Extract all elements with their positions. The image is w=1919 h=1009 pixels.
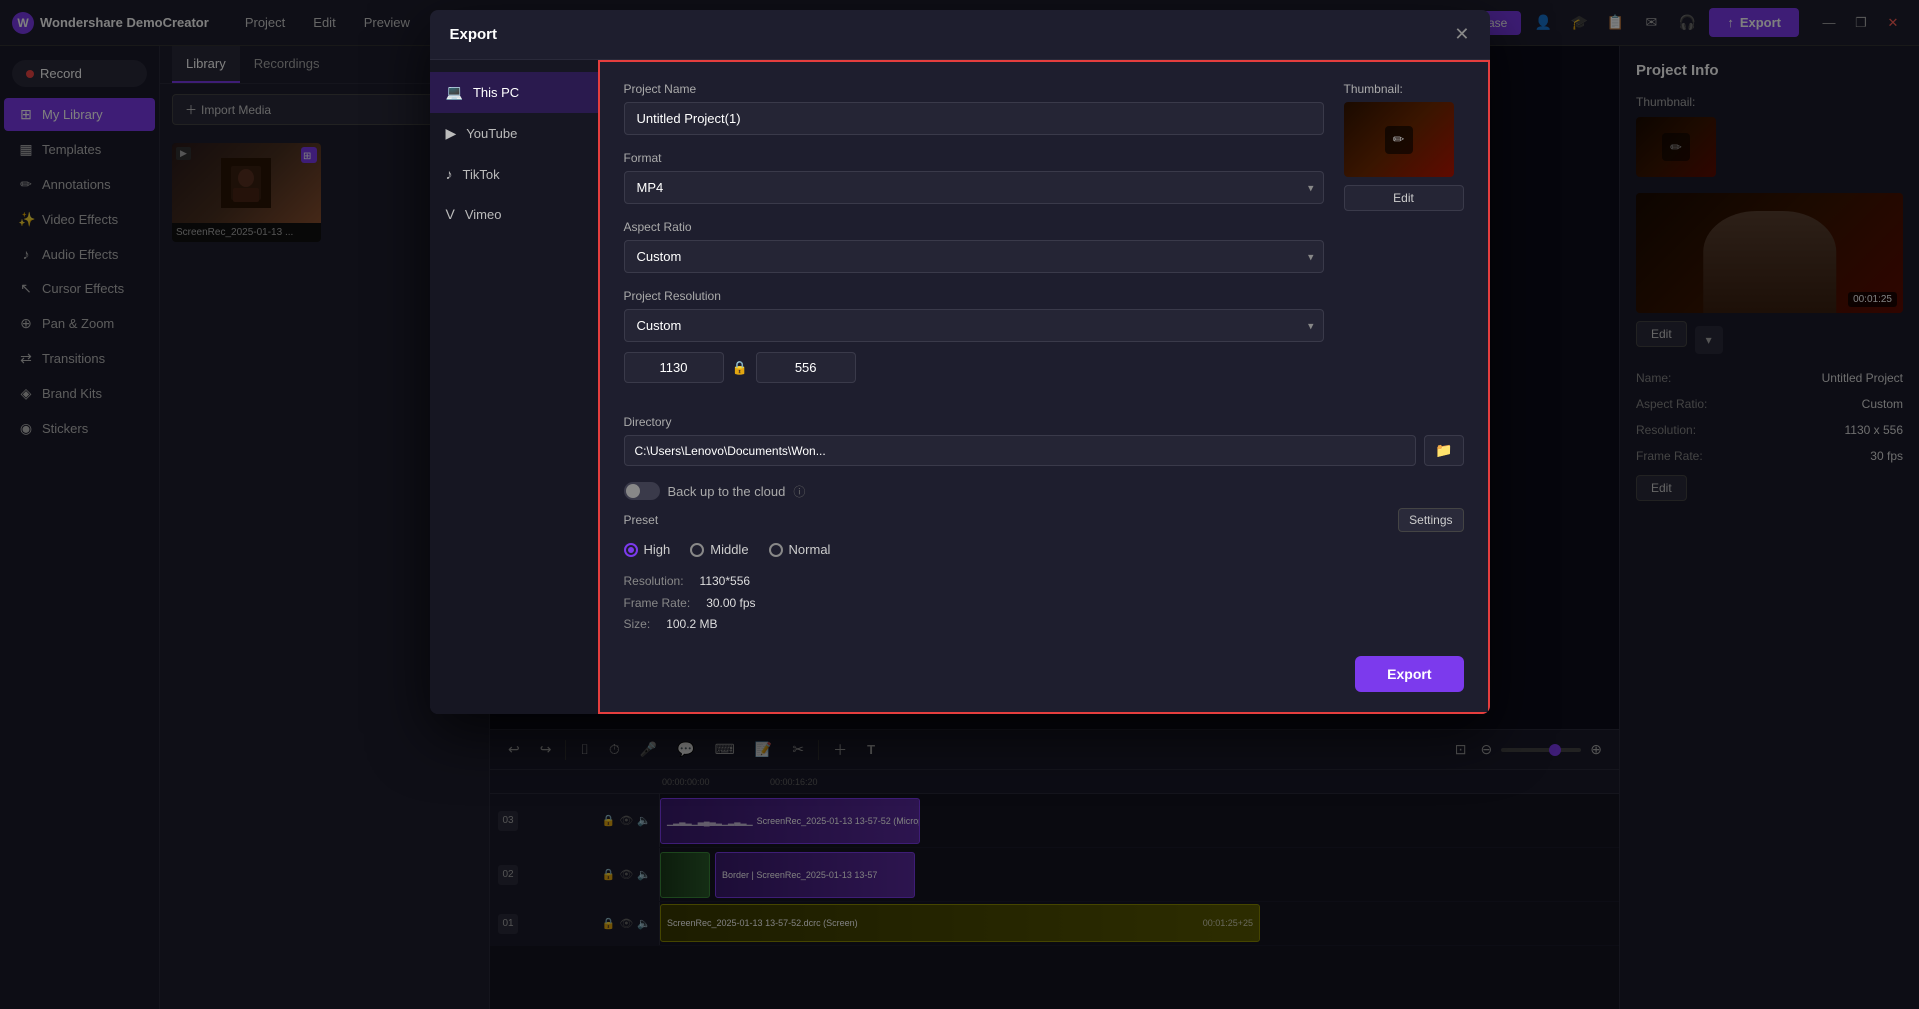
youtube-label: YouTube (466, 126, 517, 141)
youtube-icon: ▶ (446, 125, 457, 142)
format-select-wrap: MP4 MOV AVI ▾ (624, 171, 1324, 204)
radio-dot-high (628, 547, 634, 553)
modal-body: 💻 This PC ▶ YouTube ♪ TikTok V Vimeo (430, 60, 1490, 714)
preset-option-middle[interactable]: Middle (690, 542, 748, 557)
modal-overlay: Export ✕ 💻 This PC ▶ YouTube ♪ TikTok (0, 0, 1919, 1009)
this-pc-label: This PC (473, 85, 519, 100)
cloud-backup-label: Back up to the cloud (668, 484, 786, 499)
directory-row: Directory 📁 (624, 415, 1464, 466)
project-name-row: Project Name (624, 82, 1324, 135)
preset-option-high[interactable]: High (624, 542, 671, 557)
preset-options: High Middle Normal (624, 542, 1464, 557)
resolution-select[interactable]: Custom 1920x1080 1280x720 (624, 309, 1324, 342)
form-left-col: Project Name Format MP4 MOV AVI (624, 82, 1324, 399)
resolution-select-wrap: Custom 1920x1080 1280x720 ▾ (624, 309, 1324, 342)
preset-option-normal[interactable]: Normal (769, 542, 831, 557)
preset-label: Preset (624, 513, 659, 527)
vimeo-label: Vimeo (465, 207, 502, 222)
form-top-row: Project Name Format MP4 MOV AVI (624, 82, 1464, 399)
preset-info-resolution: Resolution: 1130*556 (624, 571, 1464, 593)
cloud-info-icon[interactable]: ⓘ (793, 483, 805, 500)
preset-resolution-val: 1130*556 (700, 571, 751, 593)
this-pc-icon: 💻 (446, 84, 463, 101)
directory-input-row: 📁 (624, 435, 1464, 466)
preset-framerate-key: Frame Rate: (624, 593, 691, 615)
project-name-label: Project Name (624, 82, 1324, 96)
cloud-backup-row: Back up to the cloud ⓘ (624, 482, 1464, 500)
vimeo-icon: V (446, 206, 455, 222)
thumbnail-col: Thumbnail: ✏ Edit (1344, 82, 1464, 399)
preset-settings-button[interactable]: Settings (1398, 508, 1463, 532)
project-name-input[interactable] (624, 102, 1324, 135)
thumbnail-edit-icon: ✏ (1385, 126, 1413, 154)
tiktok-label: TikTok (463, 167, 500, 182)
modal-title: Export (450, 26, 498, 43)
preset-size-val: 100.2 MB (666, 614, 717, 636)
toggle-thumb (626, 484, 640, 498)
export-left-nav: 💻 This PC ▶ YouTube ♪ TikTok V Vimeo (430, 60, 600, 714)
tiktok-icon: ♪ (446, 166, 453, 182)
thumbnail-label: Thumbnail: (1344, 82, 1464, 96)
directory-label: Directory (624, 415, 1464, 429)
preset-middle-label: Middle (710, 542, 748, 557)
thumbnail-box: ✏ (1344, 102, 1454, 177)
export-nav-vimeo[interactable]: V Vimeo (430, 194, 598, 234)
preset-header: Preset Settings (624, 508, 1464, 532)
browse-button[interactable]: 📁 (1424, 435, 1463, 466)
export-modal: Export ✕ 💻 This PC ▶ YouTube ♪ TikTok (430, 10, 1490, 714)
directory-input[interactable] (624, 435, 1417, 466)
thumbnail-edit-button[interactable]: Edit (1344, 185, 1464, 211)
export-nav-tiktok[interactable]: ♪ TikTok (430, 154, 598, 194)
form-footer: Export (624, 656, 1464, 692)
preset-high-label: High (644, 542, 671, 557)
aspect-ratio-label: Aspect Ratio (624, 220, 1324, 234)
project-resolution-label: Project Resolution (624, 289, 1324, 303)
format-row: Format MP4 MOV AVI ▾ (624, 151, 1324, 204)
aspect-ratio-select[interactable]: Custom 16:9 4:3 (624, 240, 1324, 273)
radio-high (624, 543, 638, 557)
preset-info: Resolution: 1130*556 Frame Rate: 30.00 f… (624, 571, 1464, 636)
modal-close-button[interactable]: ✕ (1454, 24, 1469, 45)
width-input[interactable] (624, 352, 724, 383)
preset-framerate-val: 30.00 fps (706, 593, 755, 615)
cloud-backup-toggle[interactable] (624, 482, 660, 500)
export-nav-youtube[interactable]: ▶ YouTube (430, 113, 598, 154)
aspect-ratio-row: Aspect Ratio Custom 16:9 4:3 ▾ (624, 220, 1324, 273)
export-nav-this-pc[interactable]: 💻 This PC (430, 72, 598, 113)
preset-normal-label: Normal (789, 542, 831, 557)
radio-normal (769, 543, 783, 557)
resolution-inputs: 🔒 (624, 352, 1324, 383)
export-form: Project Name Format MP4 MOV AVI (600, 60, 1490, 714)
preset-info-framerate: Frame Rate: 30.00 fps (624, 593, 1464, 615)
project-resolution-row: Project Resolution Custom 1920x1080 1280… (624, 289, 1324, 383)
preset-size-key: Size: (624, 614, 651, 636)
modal-export-button[interactable]: Export (1355, 656, 1463, 692)
height-input[interactable] (756, 352, 856, 383)
preset-info-size: Size: 100.2 MB (624, 614, 1464, 636)
preset-section: Preset Settings High Middle (624, 508, 1464, 636)
aspect-ratio-select-wrap: Custom 16:9 4:3 ▾ (624, 240, 1324, 273)
lock-icon: 🔒 (732, 360, 748, 376)
format-select[interactable]: MP4 MOV AVI (624, 171, 1324, 204)
preset-resolution-key: Resolution: (624, 571, 684, 593)
modal-header: Export ✕ (430, 10, 1490, 60)
format-label: Format (624, 151, 1324, 165)
radio-middle (690, 543, 704, 557)
